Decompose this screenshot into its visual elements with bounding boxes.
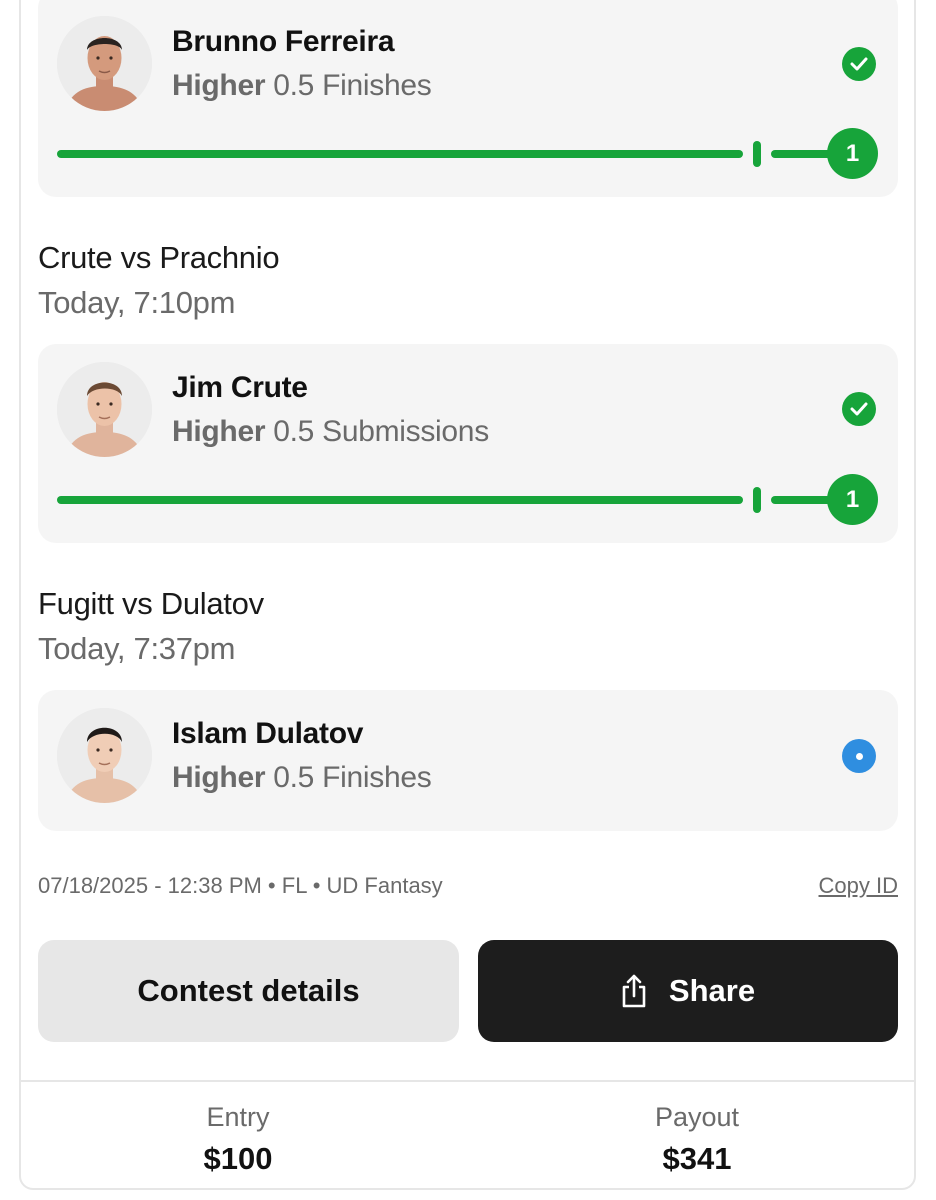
player-avatar bbox=[57, 16, 152, 111]
pick-card-jim-crute[interactable]: Jim Crute Higher 0.5 Submissions 1 bbox=[38, 344, 898, 543]
pick-line: Higher 0.5 Submissions bbox=[172, 415, 489, 449]
progress-bar: 1 bbox=[57, 128, 879, 180]
progress-bar: 1 bbox=[57, 474, 879, 526]
progress-track bbox=[57, 150, 743, 158]
footer-divider bbox=[21, 1080, 914, 1082]
matchup-title: Fugitt vs Dulatov bbox=[38, 586, 264, 621]
check-icon bbox=[842, 392, 876, 426]
player-name: Jim Crute bbox=[172, 371, 308, 404]
pick-line: Higher 0.5 Finishes bbox=[172, 761, 432, 795]
contest-details-label: Contest details bbox=[137, 973, 360, 1008]
pick-card-brunno-ferreira[interactable]: Brunno Ferreira Higher 0.5 Finishes 1 bbox=[38, 0, 898, 197]
pick-direction: Higher bbox=[172, 415, 266, 448]
entry-meta-info: 07/18/2025 - 12:38 PM • FL • UD Fantasy bbox=[38, 873, 443, 898]
progress-value-badge: 1 bbox=[827, 474, 878, 525]
matchup-title: Crute vs Prachnio bbox=[38, 240, 280, 275]
matchup-time: Today, 7:10pm bbox=[38, 285, 236, 320]
check-icon bbox=[842, 47, 876, 81]
player-name: Brunno Ferreira bbox=[172, 25, 395, 58]
entry-label: Entry bbox=[206, 1102, 270, 1132]
pending-dot bbox=[855, 752, 863, 760]
progress-line-marker bbox=[753, 141, 761, 167]
player-name: Islam Dulatov bbox=[172, 717, 364, 750]
pick-stat: Finishes bbox=[322, 69, 432, 102]
player-avatar bbox=[57, 708, 152, 803]
pick-stat: Finishes bbox=[322, 761, 432, 794]
share-icon bbox=[622, 974, 646, 1008]
payout-summary: Payout $341 bbox=[547, 1102, 847, 1177]
pick-stat: Submissions bbox=[322, 415, 489, 448]
progress-line-marker bbox=[753, 487, 761, 513]
pick-line: Higher 0.5 Finishes bbox=[172, 69, 432, 103]
pending-dot-icon bbox=[842, 739, 876, 773]
copy-id-link[interactable]: Copy ID bbox=[819, 873, 898, 899]
contest-details-button[interactable]: Contest details bbox=[38, 940, 459, 1042]
pick-value: 0.5 bbox=[273, 69, 315, 102]
matchup-time: Today, 7:37pm bbox=[38, 631, 236, 666]
pick-direction: Higher bbox=[172, 69, 266, 102]
entry-summary: Entry $100 bbox=[88, 1102, 388, 1177]
pick-value: 0.5 bbox=[273, 415, 315, 448]
progress-track bbox=[57, 496, 743, 504]
progress-value-badge: 1 bbox=[827, 128, 878, 179]
payout-label: Payout bbox=[654, 1102, 740, 1132]
share-label: Share bbox=[668, 973, 756, 1008]
share-button[interactable]: Share bbox=[478, 940, 898, 1042]
entry-value: $100 bbox=[203, 1141, 273, 1176]
pick-card-islam-dulatov[interactable]: Islam Dulatov Higher 0.5 Finishes bbox=[38, 690, 898, 831]
payout-value: $341 bbox=[662, 1141, 732, 1176]
pick-value: 0.5 bbox=[273, 761, 315, 794]
player-avatar bbox=[57, 362, 152, 457]
pick-direction: Higher bbox=[172, 761, 266, 794]
